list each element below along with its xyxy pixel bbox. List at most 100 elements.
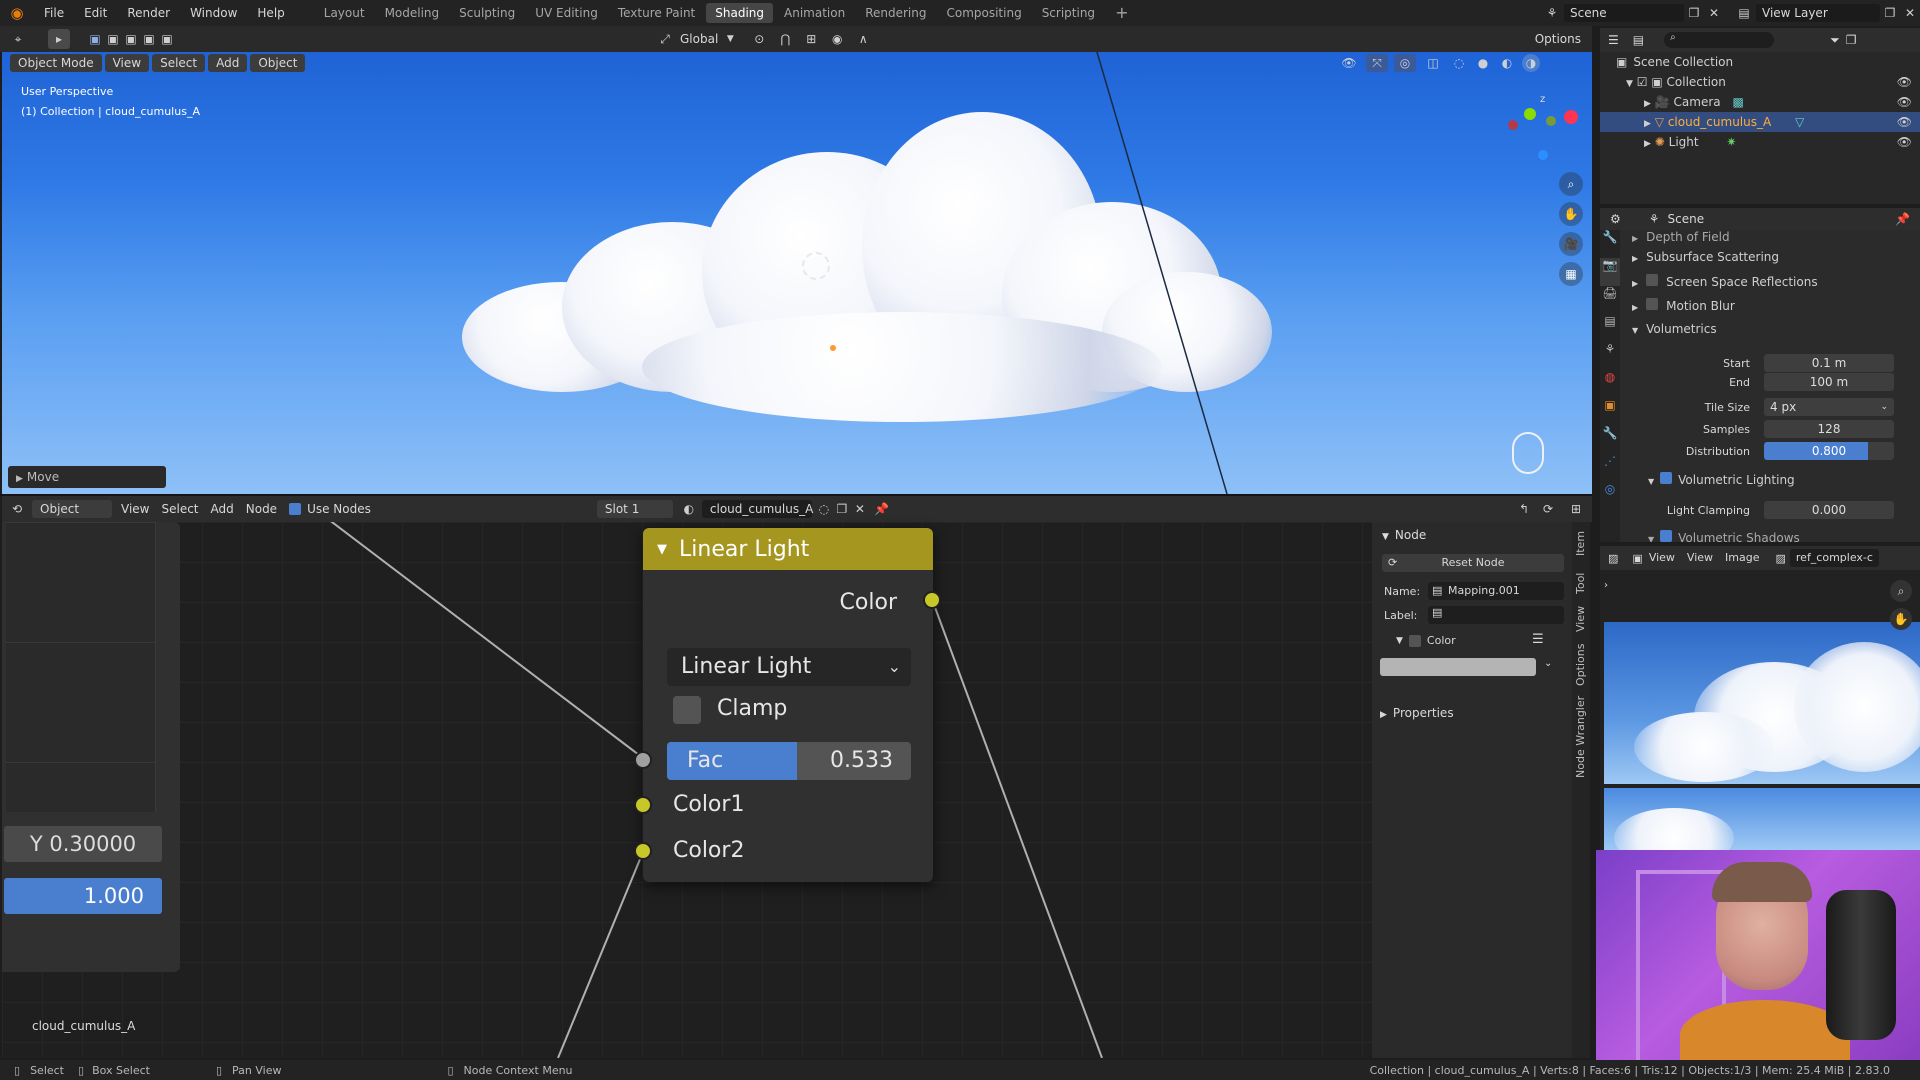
- object-tab-icon[interactable]: ▣: [1600, 398, 1620, 426]
- particles-tab-icon[interactable]: ⋰: [1600, 454, 1620, 482]
- viewport-menu-select[interactable]: Select: [152, 54, 206, 72]
- node-menu-node[interactable]: Node: [240, 500, 283, 518]
- x-axis-icon[interactable]: [1564, 110, 1578, 124]
- navigation-gizmo[interactable]: z: [1502, 92, 1582, 172]
- viewport-menu-view[interactable]: View: [104, 54, 150, 72]
- menu-file[interactable]: File: [34, 0, 74, 26]
- view-layer-tab-icon[interactable]: ▤: [1600, 314, 1620, 342]
- reset-node-button[interactable]: ⟳ Reset Node: [1382, 554, 1564, 572]
- node-menu-select[interactable]: Select: [155, 500, 204, 518]
- 3d-viewport[interactable]: Object Mode View Select Add Object 👁 ⤧ ◎…: [2, 52, 1592, 494]
- motion-blur-checkbox[interactable]: [1646, 298, 1659, 310]
- material-browse-icon[interactable]: ◐: [676, 502, 702, 516]
- properties-section-header[interactable]: ▶ Properties: [1380, 706, 1454, 720]
- overlays-icon[interactable]: ◎: [1394, 54, 1416, 72]
- object-mode-select[interactable]: Object Mode: [10, 54, 102, 72]
- custom-color-checkbox[interactable]: [1408, 634, 1421, 647]
- solid-shading-icon[interactable]: ●: [1474, 54, 1492, 72]
- tool-tab-icon[interactable]: 🔧: [1600, 230, 1620, 258]
- eye-icon[interactable]: 👁: [1897, 72, 1912, 92]
- pivot-point-icon[interactable]: ⊙: [746, 32, 772, 46]
- outliner-cloud-object[interactable]: ▶ ▽ cloud_cumulus_A ▽ 👁: [1600, 112, 1920, 132]
- output-tab-icon[interactable]: 🖨: [1600, 286, 1620, 314]
- eye-icon[interactable]: 👁: [1897, 112, 1912, 132]
- pan-hand-icon[interactable]: ✋: [1559, 202, 1583, 226]
- tab-scripting[interactable]: Scripting: [1033, 3, 1104, 23]
- sidebar-tab-item[interactable]: Item: [1574, 531, 1587, 556]
- scene-selector[interactable]: Scene: [1564, 4, 1684, 22]
- xray-icon[interactable]: ◫: [1422, 54, 1444, 72]
- blend-mode-dropdown[interactable]: Linear Light ⌄: [667, 648, 911, 686]
- image-menu-view[interactable]: View: [1681, 549, 1719, 567]
- outliner-type-icon[interactable]: ☰: [1608, 33, 1619, 47]
- outliner-search-input[interactable]: ⌕: [1664, 32, 1775, 48]
- volumetric-shadows-checkbox[interactable]: [1660, 530, 1673, 542]
- proportional-edit-icon[interactable]: ◉: [824, 32, 850, 46]
- output-color-socket[interactable]: [923, 591, 941, 609]
- snap-target-icon[interactable]: ⊞: [798, 32, 824, 46]
- volumetric-shadows-panel[interactable]: ▼ Volumetric Shadows: [1620, 530, 1920, 542]
- tab-texture-paint[interactable]: Texture Paint: [609, 3, 704, 23]
- image-browse-icon[interactable]: ▨: [1775, 552, 1785, 565]
- gizmo-toggle-icon[interactable]: ⤧: [1366, 54, 1388, 72]
- motion-blur-panel[interactable]: ▶ Motion Blur: [1620, 298, 1920, 320]
- scene-icon[interactable]: ⚘: [1540, 6, 1564, 20]
- node-section-header[interactable]: ▼ Node: [1382, 528, 1426, 542]
- material-name-field[interactable]: cloud_cumulus_A: [701, 500, 813, 518]
- add-workspace-button[interactable]: +: [1106, 3, 1137, 23]
- node-menu-view[interactable]: View: [115, 500, 155, 518]
- dof-panel[interactable]: ▶ Depth of Field: [1620, 230, 1920, 252]
- tab-rendering[interactable]: Rendering: [856, 3, 935, 23]
- falloff-icon[interactable]: ∧: [850, 32, 876, 46]
- material-shading-icon[interactable]: ◐: [1498, 54, 1516, 72]
- menu-edit[interactable]: Edit: [74, 0, 117, 26]
- node-menu-add[interactable]: Add: [205, 500, 240, 518]
- tab-compositing[interactable]: Compositing: [937, 3, 1030, 23]
- 3d-cursor-icon[interactable]: [802, 252, 830, 280]
- checkbox-icon[interactable]: ☑: [1637, 75, 1648, 89]
- camera-view-icon[interactable]: 🎥: [1559, 232, 1583, 256]
- image-name-field[interactable]: ref_complex-c: [1789, 549, 1879, 567]
- fac-socket[interactable]: [634, 751, 652, 769]
- tab-animation[interactable]: Animation: [775, 3, 854, 23]
- blender-logo-icon[interactable]: ◉: [0, 0, 34, 26]
- viewport-menu-object[interactable]: Object: [250, 54, 306, 72]
- filter-icon[interactable]: ⏷: [1830, 33, 1840, 48]
- presets-list-icon[interactable]: ☰: [1532, 632, 1544, 647]
- snap-icon[interactable]: ⋂: [772, 32, 798, 46]
- sidebar-tab-tool[interactable]: Tool: [1574, 573, 1587, 594]
- ssr-panel[interactable]: ▶ Screen Space Reflections: [1620, 274, 1920, 296]
- mapping-node-partial[interactable]: Y 0.30000 1.000: [2, 522, 180, 972]
- select-box-extend-icon[interactable]: ▣: [104, 32, 122, 46]
- volumetric-lighting-checkbox[interactable]: [1660, 472, 1673, 484]
- new-view-layer-icon[interactable]: ❐: [1880, 6, 1900, 20]
- select-tool-icon[interactable]: ▸: [48, 29, 70, 49]
- pin-icon[interactable]: 📌: [869, 502, 895, 516]
- volumetric-lighting-panel[interactable]: ▼ Volumetric Lighting: [1620, 472, 1920, 494]
- use-nodes-checkbox[interactable]: [289, 503, 302, 515]
- visibility-icon[interactable]: 👁: [1338, 54, 1360, 72]
- options-button[interactable]: Options: [1526, 30, 1589, 48]
- menu-render[interactable]: Render: [117, 0, 180, 26]
- display-mode-icon[interactable]: ▤: [1633, 33, 1644, 47]
- wireframe-shading-icon[interactable]: ◌: [1450, 54, 1468, 72]
- node-color-swatch[interactable]: [1380, 658, 1536, 676]
- render-tab-icon[interactable]: 📷: [1600, 258, 1620, 286]
- delete-scene-icon[interactable]: ✕: [1704, 6, 1724, 20]
- pan-hand-icon[interactable]: ✋: [1890, 608, 1912, 630]
- y-value-field[interactable]: Y 0.30000: [4, 826, 162, 862]
- tab-shading[interactable]: Shading: [706, 3, 773, 23]
- outliner-light[interactable]: ▶ ✺ Light ✷ 👁: [1600, 132, 1920, 152]
- select-box-subtract-icon[interactable]: ▣: [122, 32, 140, 46]
- neg-z-axis-icon[interactable]: [1538, 150, 1548, 160]
- y-axis-icon[interactable]: [1524, 108, 1536, 120]
- transform-orientation-select[interactable]: Global: [674, 30, 724, 48]
- tab-uv-editing[interactable]: UV Editing: [526, 3, 607, 23]
- node-object-type-select[interactable]: Object: [32, 500, 112, 518]
- scale-value-field[interactable]: 1.000: [4, 878, 162, 914]
- clamp-checkbox[interactable]: [673, 696, 701, 724]
- image-editor-type-icon[interactable]: ▨: [1608, 552, 1618, 565]
- fake-user-icon[interactable]: ◌: [815, 502, 833, 516]
- node-editor-type-icon[interactable]: ⟲: [2, 502, 32, 516]
- properties-type-icon[interactable]: ⚙: [1610, 212, 1621, 226]
